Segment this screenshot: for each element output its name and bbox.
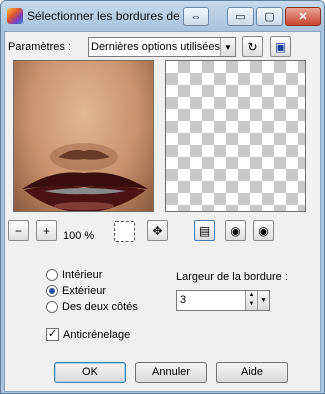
minimize-button[interactable]: ▭ — [227, 7, 254, 26]
radio-both[interactable]: Des deux côtés — [46, 301, 138, 313]
help-button[interactable]: Aide — [216, 362, 288, 383]
radio-outside-circle[interactable] — [46, 285, 58, 297]
spin-up-icon[interactable]: ▲ — [249, 292, 255, 298]
radio-inside[interactable]: Intérieur — [46, 269, 102, 281]
zoom-out-button[interactable]: − — [8, 220, 29, 241]
cancel-button[interactable]: Annuler — [135, 362, 207, 383]
zoom-in-icon: + — [42, 223, 50, 238]
radio-both-label: Des deux côtés — [62, 301, 138, 313]
pan-icon: ✥ — [152, 223, 163, 238]
proof-icon: ▤ — [198, 223, 211, 238]
radio-both-circle[interactable] — [46, 301, 58, 313]
params-select[interactable]: Dernières options utilisées ▼ — [88, 37, 236, 57]
border-width-value[interactable]: 3 — [180, 294, 186, 306]
save-preset-button[interactable]: ▣ — [270, 36, 291, 57]
width-dropdown-icon[interactable]: ▼ — [257, 291, 269, 310]
ok-button[interactable]: OK — [54, 362, 126, 383]
maximize-button[interactable]: ▢ — [256, 7, 283, 26]
save-icon: ▣ — [274, 39, 287, 54]
dialog-window: Sélectionner les bordures de la ⇔ ▭ ▢ ✕ … — [0, 0, 325, 394]
maximize-icon: ▢ — [264, 11, 275, 23]
refresh-icon: ↻ — [247, 39, 258, 54]
params-select-value: Dernières options utilisées — [91, 41, 221, 53]
preview-after[interactable] — [165, 60, 306, 212]
zoom-out-icon: − — [14, 223, 22, 238]
border-width-stepper[interactable]: 3 ▲ ▼ ▼ — [176, 290, 270, 311]
preview-before[interactable] — [13, 60, 154, 212]
zoom-in-button[interactable]: + — [36, 220, 57, 241]
spin-arrows-icon[interactable]: ▲ ▼ — [245, 291, 257, 310]
lips-photo — [22, 143, 148, 211]
params-label: Paramètres : — [8, 41, 71, 53]
check-icon: ✓ — [47, 328, 58, 340]
title-bar[interactable]: Sélectionner les bordures de la ⇔ ▭ ▢ ✕ — [1, 1, 324, 31]
reset-button[interactable]: ↻ — [242, 36, 263, 57]
antialias-checkbox[interactable]: ✓ — [46, 328, 59, 341]
selection-frame-button[interactable] — [114, 221, 135, 242]
radio-outside[interactable]: Extérieur — [46, 285, 106, 297]
close-icon: ✕ — [298, 11, 308, 23]
zoom-level: 100 % — [63, 230, 95, 242]
minimize-icon: ▭ — [235, 11, 246, 23]
radio-outside-label: Extérieur — [62, 285, 107, 297]
eye-lock-icon: ◉ — [230, 223, 241, 238]
close-button[interactable]: ✕ — [285, 7, 321, 26]
border-width-label: Largeur de la bordure : — [176, 271, 288, 283]
nav-arrows-icon: ⇔ — [190, 10, 202, 23]
spin-down-icon[interactable]: ▼ — [249, 301, 255, 307]
antialias-label: Anticrénelage — [63, 329, 131, 341]
app-icon — [7, 8, 23, 24]
radio-inside-label: Intérieur — [62, 269, 103, 281]
proof-toggle-button[interactable]: ▤ — [194, 220, 215, 241]
chevron-down-icon[interactable]: ▼ — [220, 38, 235, 56]
radio-inside-circle[interactable] — [46, 269, 58, 281]
lock-preview-button[interactable]: ◉ — [225, 220, 246, 241]
nav-arrows-button[interactable]: ⇔ — [183, 7, 209, 26]
pan-button[interactable]: ✥ — [147, 220, 168, 241]
preview-toggle-button[interactable]: ◉ — [253, 220, 274, 241]
eye-icon: ◉ — [258, 223, 269, 238]
window-title: Sélectionner les bordures de la — [27, 9, 180, 23]
